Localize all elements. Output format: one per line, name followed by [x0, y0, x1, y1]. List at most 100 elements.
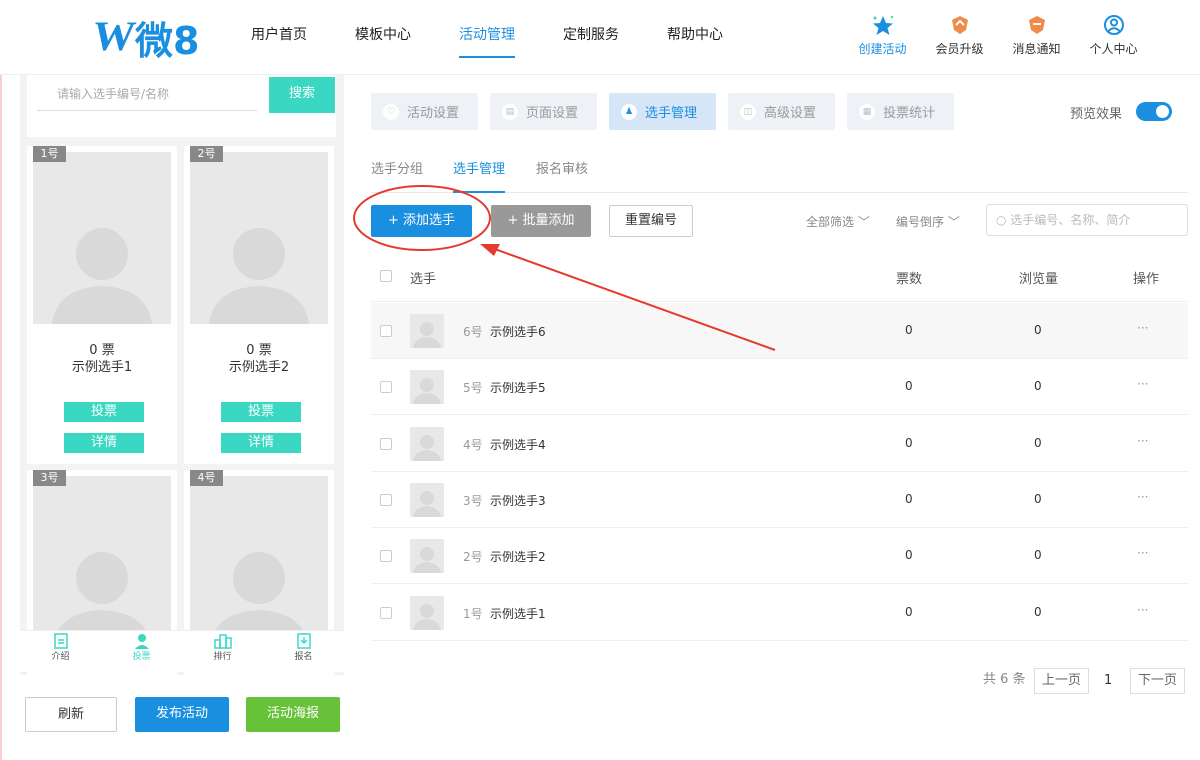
member-upgrade-button[interactable]: 会员升级	[921, 14, 998, 57]
contestant-views: 0	[1034, 435, 1042, 450]
next-page-button[interactable]: 下一页	[1130, 668, 1185, 694]
step-contestant-manage[interactable]: ♟ 选手管理	[609, 93, 717, 130]
contestant-votes: 0	[905, 323, 913, 337]
logo[interactable]: W 微8	[90, 14, 200, 63]
more-actions-icon[interactable]: ···	[1137, 603, 1148, 617]
vote-button[interactable]: 投票	[221, 402, 301, 422]
tab-signup-review[interactable]: 报名审核	[536, 158, 588, 177]
document-icon	[53, 633, 68, 649]
table-row[interactable]: 4号 示例选手4 0 0 ···	[371, 416, 1188, 472]
contestant-number: 3号	[33, 470, 66, 486]
col-views: 浏览量	[1019, 272, 1059, 287]
preview-search-placeholder: 请输入选手编号/名称	[57, 87, 170, 101]
more-actions-icon[interactable]: ···	[1137, 490, 1148, 504]
pagination-total: 共 6 条	[983, 672, 1026, 687]
row-checkbox[interactable]	[380, 493, 392, 506]
user-circle-icon	[1103, 14, 1125, 36]
settings-steps: ♡ 活动设置 ▤ 页面设置 ♟ 选手管理 ◫ 高级设置 ▦ 投票统计	[371, 93, 966, 130]
more-actions-icon[interactable]: ···	[1137, 546, 1148, 560]
step-label: 投票统计	[883, 106, 936, 121]
notifications-button[interactable]: 消息通知	[998, 14, 1075, 57]
vote-button[interactable]: 投票	[64, 402, 144, 422]
contestant-photo	[190, 152, 328, 324]
preview-search-button[interactable]: 搜索	[269, 77, 335, 113]
contestant-number: 1号	[463, 606, 483, 621]
table-row[interactable]: 2号 示例选手2 0 0 ···	[371, 528, 1188, 585]
contestant-avatar	[410, 482, 444, 517]
person-icon: ♟	[621, 103, 638, 120]
contestant-card[interactable]: 2号 0 票 示例选手2 投票 详情	[184, 146, 334, 464]
table-header: 选手 票数 浏览量 操作	[371, 250, 1188, 302]
table-row[interactable]: 1号 示例选手1 0 0 ···	[371, 585, 1188, 641]
contestant-card[interactable]: 1号 0 票 示例选手1 投票 详情	[27, 146, 177, 464]
nav-help[interactable]: 帮助中心	[643, 0, 747, 75]
avatar-placeholder-icon	[413, 378, 441, 405]
row-checkbox[interactable]	[380, 550, 392, 563]
detail-button[interactable]: 详情	[221, 433, 301, 453]
profile-button[interactable]: 个人中心	[1075, 14, 1152, 57]
preview-tab-bar: 介绍 投票 排行 报名	[20, 630, 344, 672]
contestant-avatar	[410, 595, 444, 630]
row-checkbox[interactable]	[380, 606, 392, 619]
avatar-placeholder-icon	[413, 603, 441, 630]
publish-activity-button[interactable]: 发布活动	[135, 697, 229, 732]
more-actions-icon[interactable]: ···	[1137, 377, 1148, 391]
tab-vote[interactable]: 投票	[101, 631, 182, 672]
tab-contestant-groups[interactable]: 选手分组	[371, 158, 423, 177]
notifications-label: 消息通知	[1012, 42, 1061, 56]
contestant-number: 4号	[463, 437, 483, 452]
nav-home[interactable]: 用户首页	[227, 0, 331, 75]
filter-all-dropdown[interactable]: 全部筛选 ﹀	[806, 213, 870, 230]
table-row[interactable]: 5号 示例选手5 0 0 ···	[371, 359, 1188, 416]
nav-activity-manage[interactable]: 活动管理	[435, 0, 539, 75]
avatar-placeholder-icon	[52, 228, 152, 324]
row-checkbox[interactable]	[380, 325, 392, 337]
refresh-button[interactable]: 刷新	[25, 697, 117, 732]
add-contestant-button[interactable]: + 添加选手	[371, 205, 472, 237]
activity-poster-button[interactable]: 活动海报	[246, 697, 340, 732]
step-page-settings[interactable]: ▤ 页面设置	[490, 93, 598, 130]
row-checkbox[interactable]	[380, 437, 392, 450]
contestant-votes: 0	[905, 548, 913, 563]
contestant-name: 示例选手1	[71, 360, 133, 375]
avatar-placeholder-icon	[209, 228, 309, 324]
more-actions-icon[interactable]: ···	[1137, 321, 1148, 335]
contestant-search-input[interactable]: ○ 选手编号、名称、简介	[986, 204, 1188, 236]
contestant-name: 示例选手6	[490, 325, 546, 339]
contestant-avatar	[410, 426, 444, 461]
table-row[interactable]: 6号 示例选手6 0 0 ···	[371, 303, 1188, 359]
more-actions-icon[interactable]: ···	[1137, 434, 1148, 448]
row-checkbox[interactable]	[380, 381, 392, 394]
nav-custom-service[interactable]: 定制服务	[539, 0, 643, 75]
contestant-number: 4号	[190, 470, 223, 486]
reset-number-button[interactable]: 重置编号	[609, 205, 693, 237]
select-all-checkbox[interactable]	[380, 270, 392, 282]
preview-effect-toggle[interactable]	[1136, 102, 1172, 121]
tab-ranking[interactable]: 排行	[182, 631, 263, 672]
nav-templates[interactable]: 模板中心	[331, 0, 435, 75]
tab-vote-label: 投票	[132, 652, 151, 662]
tab-contestant-manage[interactable]: 选手管理	[453, 158, 506, 193]
person-icon	[134, 634, 149, 649]
step-label: 高级设置	[764, 106, 817, 121]
tab-intro[interactable]: 介绍	[20, 631, 101, 672]
tab-signup[interactable]: 报名	[263, 631, 344, 672]
sort-order-dropdown[interactable]: 编号倒序 ﹀	[896, 213, 960, 230]
prev-page-button[interactable]: 上一页	[1034, 668, 1089, 694]
create-activity-button[interactable]: 创建活动	[844, 14, 921, 57]
detail-button[interactable]: 详情	[64, 433, 144, 453]
contestant-name: 示例选手2	[490, 550, 546, 565]
left-edge-line	[0, 75, 2, 760]
avatar-placeholder-icon	[413, 322, 441, 348]
signup-icon	[296, 633, 311, 649]
table-row[interactable]: 3号 示例选手3 0 0 ···	[371, 472, 1188, 528]
batch-add-button[interactable]: + 批量添加	[491, 205, 591, 237]
star-icon	[871, 14, 895, 36]
step-vote-stats[interactable]: ▦ 投票统计	[847, 93, 955, 130]
step-activity-settings[interactable]: ♡ 活动设置	[371, 93, 479, 130]
step-label: 页面设置	[526, 106, 579, 121]
contestant-views: 0	[1034, 379, 1042, 394]
step-advanced-settings[interactable]: ◫ 高级设置	[728, 93, 836, 130]
current-page[interactable]: 1	[1104, 673, 1112, 688]
preview-search-input[interactable]: 请输入选手编号/名称	[37, 77, 257, 111]
